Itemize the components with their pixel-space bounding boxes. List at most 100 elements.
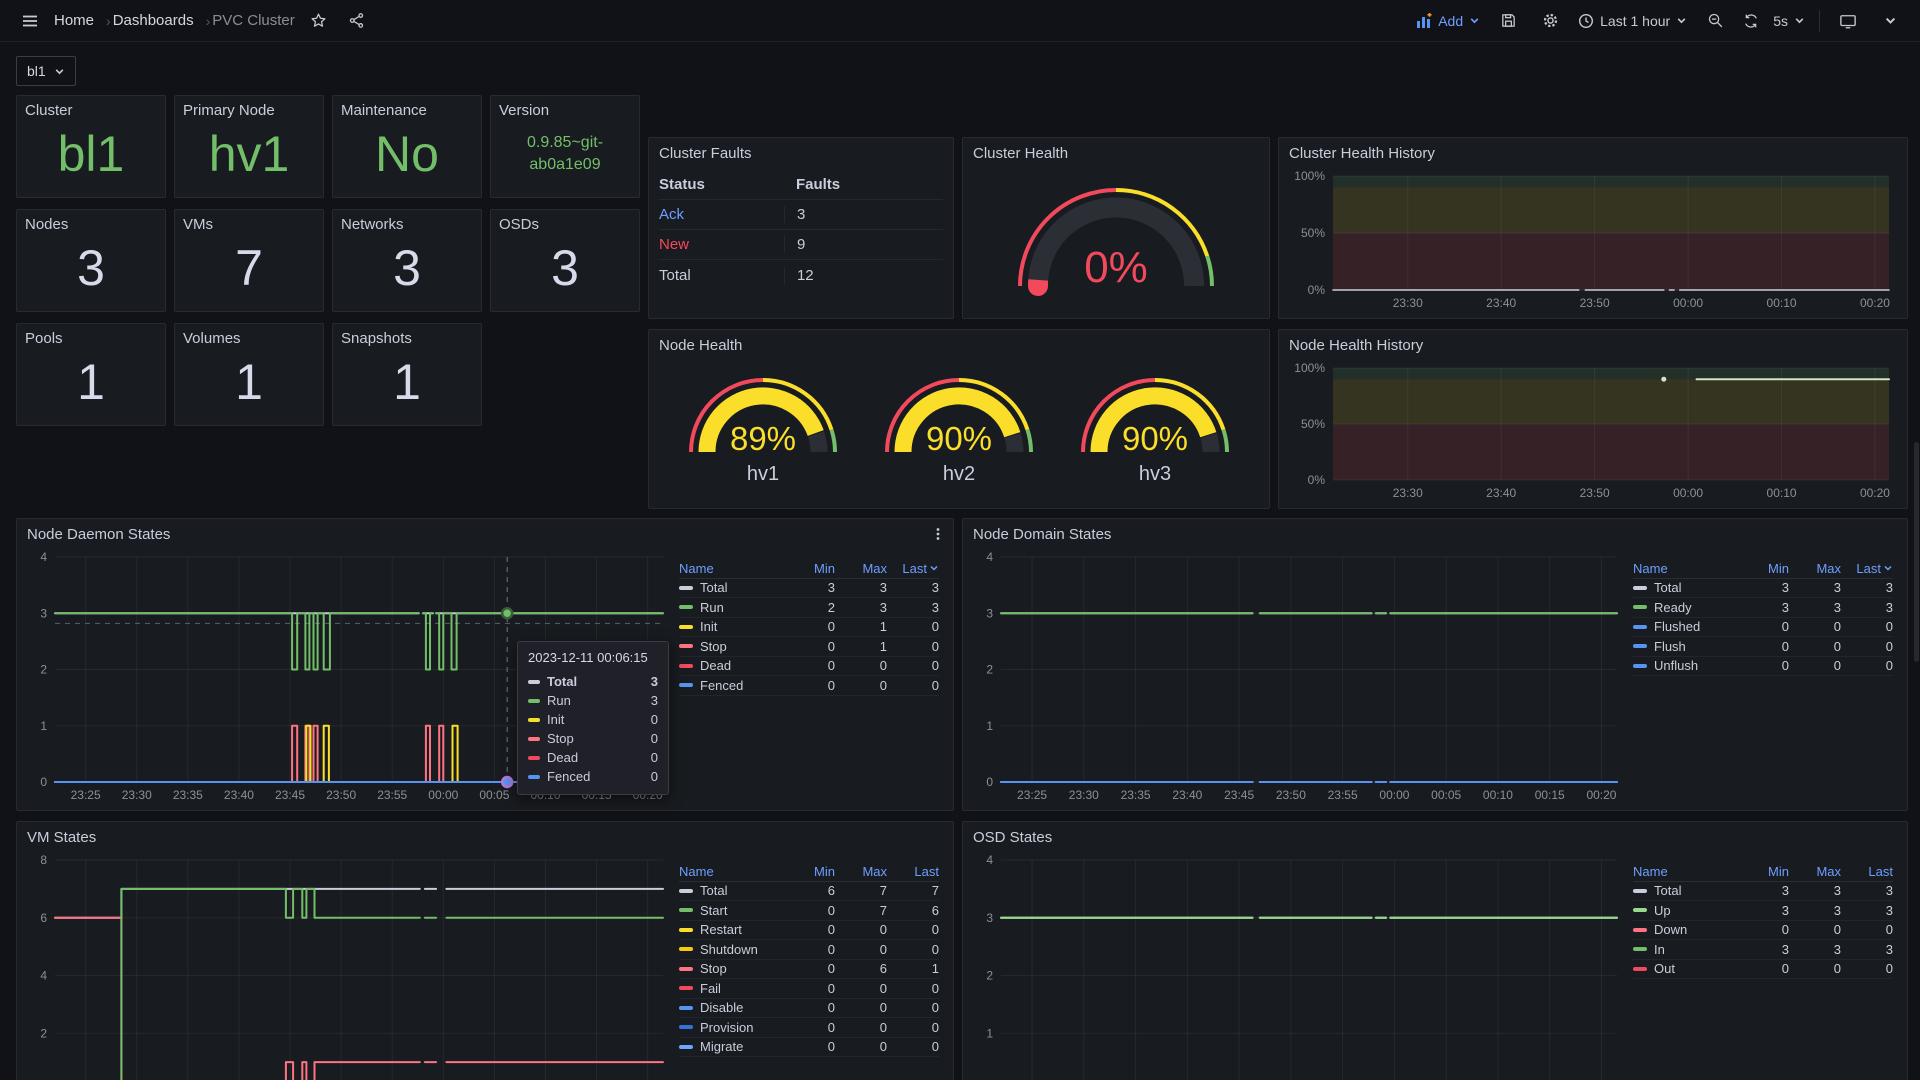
legend-col-name[interactable]: Name bbox=[679, 561, 783, 576]
legend-series-toggle[interactable]: Restart bbox=[679, 922, 783, 937]
legend-series-toggle[interactable]: In bbox=[1633, 942, 1737, 957]
legend-series-toggle[interactable]: Total bbox=[1633, 883, 1737, 898]
stat-title[interactable]: Version bbox=[491, 96, 639, 119]
legend-col-min[interactable]: Min bbox=[783, 864, 835, 879]
legend-series-toggle[interactable]: Dead bbox=[679, 658, 783, 673]
time-range-picker[interactable]: Last 1 hour bbox=[1578, 13, 1687, 29]
faults-table-row: Ack3 bbox=[659, 200, 943, 230]
legend-col-name[interactable]: Name bbox=[1633, 561, 1737, 576]
legend-series-toggle[interactable]: Fenced bbox=[679, 678, 783, 693]
svg-text:4: 4 bbox=[40, 969, 47, 983]
legend-col-min[interactable]: Min bbox=[1737, 561, 1789, 576]
stat-title[interactable]: OSDs bbox=[491, 210, 639, 233]
panel-vm-states: VM States 0246823:2523:3023:3523:4023:45… bbox=[16, 821, 954, 1080]
faults-col-status[interactable]: Status bbox=[659, 176, 784, 193]
save-dashboard-icon[interactable] bbox=[1494, 7, 1522, 35]
stat-title[interactable]: Primary Node bbox=[175, 96, 323, 119]
legend-series-toggle[interactable]: Total bbox=[679, 580, 783, 595]
series-color-dash bbox=[1633, 908, 1647, 912]
fault-status[interactable]: New bbox=[659, 236, 784, 253]
legend-series-toggle[interactable]: Total bbox=[1633, 580, 1737, 595]
toolbar-overflow-chevron-icon[interactable] bbox=[1876, 7, 1904, 35]
legend-series-toggle[interactable]: Total bbox=[679, 883, 783, 898]
breadcrumb-home[interactable]: Home bbox=[54, 12, 94, 29]
legend-series-toggle[interactable]: Start bbox=[679, 903, 783, 918]
legend-series-toggle[interactable]: Flushed bbox=[1633, 619, 1737, 634]
legend-series-toggle[interactable]: Stop bbox=[679, 639, 783, 654]
panel-title[interactable]: Node Health bbox=[649, 330, 1269, 358]
legend-series-toggle[interactable]: Init bbox=[679, 619, 783, 634]
panel-menu-kebab-icon[interactable] bbox=[931, 527, 945, 546]
legend-col-max[interactable]: Max bbox=[1789, 561, 1841, 576]
share-icon[interactable] bbox=[343, 7, 371, 35]
breadcrumb-dashboards[interactable]: Dashboards bbox=[113, 12, 194, 29]
legend-series-toggle[interactable]: Fail bbox=[679, 981, 783, 996]
series-color-dash bbox=[679, 986, 693, 990]
legend-series-toggle[interactable]: Down bbox=[1633, 922, 1737, 937]
faults-col-faults[interactable]: Faults bbox=[784, 176, 943, 193]
stat-title[interactable]: VMs bbox=[175, 210, 323, 233]
favorite-star-icon[interactable] bbox=[305, 7, 333, 35]
legend-series-toggle[interactable]: Stop bbox=[679, 961, 783, 976]
legend-series-toggle[interactable]: Out bbox=[1633, 961, 1737, 976]
legend-col-name[interactable]: Name bbox=[679, 864, 783, 879]
fault-status[interactable]: Ack bbox=[659, 206, 784, 223]
legend-series-toggle[interactable]: Run bbox=[679, 600, 783, 615]
hamburger-menu-icon[interactable] bbox=[16, 7, 44, 35]
dashboard-settings-gear-icon[interactable] bbox=[1536, 7, 1564, 35]
stat-title[interactable]: Nodes bbox=[17, 210, 165, 233]
stat-title[interactable]: Networks bbox=[333, 210, 481, 233]
legend-series-toggle[interactable]: Ready bbox=[1633, 600, 1737, 615]
legend-col-last[interactable]: Last bbox=[1841, 561, 1893, 576]
node-health-history-chart[interactable]: 0%50%100%23:3023:4023:5000:0000:1000:20 bbox=[1287, 358, 1899, 504]
stat-title[interactable]: Volumes bbox=[175, 324, 323, 347]
legend-col-max[interactable]: Max bbox=[1789, 864, 1841, 879]
vm-states-chart[interactable]: 0246823:2523:3023:3523:4023:4523:5023:55… bbox=[25, 850, 673, 1080]
svg-text:90%: 90% bbox=[926, 420, 992, 457]
legend-series-toggle[interactable]: Disable bbox=[679, 1000, 783, 1015]
legend-col-max[interactable]: Max bbox=[835, 864, 887, 879]
stat-title[interactable]: Pools bbox=[17, 324, 165, 347]
stat-panel-maintenance: MaintenanceNo bbox=[332, 95, 482, 198]
legend-series-toggle[interactable]: Shutdown bbox=[679, 942, 783, 957]
panel-title[interactable]: VM States bbox=[17, 822, 953, 850]
panel-title[interactable]: Node Domain States bbox=[963, 519, 1907, 547]
stat-value: 0.9.85~git- ab0a1e09 bbox=[491, 119, 639, 197]
cluster-health-history-chart[interactable]: 0%50%100%23:3023:4023:5000:0000:1000:20 bbox=[1287, 166, 1899, 314]
refresh-interval-dropdown[interactable]: 5s bbox=[1773, 13, 1805, 29]
stat-panel-networks: Networks3 bbox=[332, 209, 482, 312]
stat-title[interactable]: Cluster bbox=[17, 96, 165, 119]
legend-col-name[interactable]: Name bbox=[1633, 864, 1737, 879]
legend-col-min[interactable]: Min bbox=[783, 561, 835, 576]
legend-row-up: Up 3 3 3 bbox=[1633, 901, 1893, 921]
add-panel-button[interactable]: Add bbox=[1416, 13, 1480, 29]
panel-title[interactable]: OSD States bbox=[963, 822, 1907, 850]
osd-states-chart[interactable]: 0123423:2523:3023:3523:4023:4523:5023:55… bbox=[971, 850, 1627, 1080]
legend-col-last[interactable]: Last bbox=[887, 864, 939, 879]
refresh-dashboard-button[interactable] bbox=[1743, 13, 1759, 29]
panel-title[interactable]: Cluster Health bbox=[963, 138, 1269, 166]
legend-col-max[interactable]: Max bbox=[835, 561, 887, 576]
legend-series-toggle[interactable]: Up bbox=[1633, 903, 1737, 918]
legend-series-toggle[interactable]: Flush bbox=[1633, 639, 1737, 654]
node-domain-states-chart[interactable]: 0123423:2523:3023:3523:4023:4523:5023:55… bbox=[971, 547, 1627, 806]
variable-dropdown-cluster[interactable]: bl1 bbox=[16, 56, 76, 86]
legend-col-last[interactable]: Last bbox=[1841, 864, 1893, 879]
zoom-out-icon[interactable] bbox=[1701, 7, 1729, 35]
kiosk-tv-icon[interactable] bbox=[1834, 7, 1862, 35]
legend-series-toggle[interactable]: Provision bbox=[679, 1020, 783, 1035]
panel-title[interactable]: Node Daemon States bbox=[17, 519, 953, 547]
stat-title[interactable]: Maintenance bbox=[333, 96, 481, 119]
chevron-down-icon bbox=[1676, 15, 1687, 26]
panel-title[interactable]: Node Health History bbox=[1279, 330, 1907, 358]
legend-series-toggle[interactable]: Unflush bbox=[1633, 658, 1737, 673]
vertical-scrollbar[interactable] bbox=[1914, 442, 1919, 662]
stat-panel-cluster: Clusterbl1 bbox=[16, 95, 166, 198]
legend-series-toggle[interactable]: Migrate bbox=[679, 1039, 783, 1054]
stat-title[interactable]: Snapshots bbox=[333, 324, 481, 347]
legend-col-last[interactable]: Last bbox=[887, 561, 939, 576]
panel-title[interactable]: Cluster Faults bbox=[649, 138, 953, 166]
legend-col-min[interactable]: Min bbox=[1737, 864, 1789, 879]
node-health-gauges: 89%hv190%hv290%hv3 bbox=[649, 358, 1269, 486]
panel-title[interactable]: Cluster Health History bbox=[1279, 138, 1907, 166]
